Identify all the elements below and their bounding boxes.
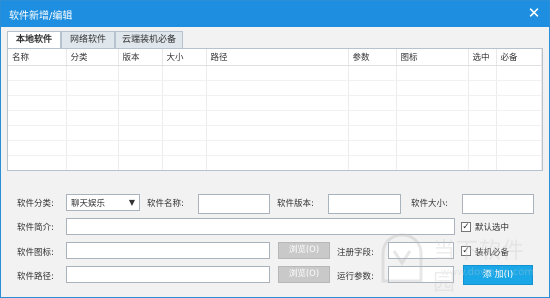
version-input[interactable]: [329, 195, 400, 213]
intro-label: 软件简介:: [17, 223, 54, 233]
tab-cloud-essentials[interactable]: 云端装机必备: [115, 31, 183, 49]
params-label: 运行参数:: [337, 272, 374, 282]
version-field[interactable]: [328, 194, 401, 214]
column-header[interactable]: 路径: [206, 49, 349, 66]
category-value: 聊天娱乐: [71, 199, 106, 209]
tab-local-software[interactable]: 本地软件: [7, 31, 61, 49]
table-row[interactable]: [8, 110, 542, 126]
downxia-logo-icon: [381, 233, 423, 283]
column-header[interactable]: 名称: [8, 49, 67, 66]
table-row[interactable]: [8, 155, 542, 170]
table-header-row: 名称 分类 版本 大小 路径 参数 图标 选中 必备: [8, 49, 542, 66]
watermark-url: www.downxia.com: [441, 267, 535, 278]
category-label: 软件分类:: [17, 199, 54, 209]
table-row[interactable]: [8, 80, 542, 96]
size-field[interactable]: [462, 194, 534, 214]
tab-network-software[interactable]: 网络软件: [61, 31, 115, 49]
version-label: 软件版本:: [277, 199, 314, 209]
icon-field[interactable]: [66, 242, 270, 259]
column-header[interactable]: 分类: [66, 49, 119, 66]
path-label: 软件路径:: [17, 272, 54, 282]
watermark: 当下软件园 www.downxia.com: [381, 227, 546, 296]
name-input[interactable]: [199, 195, 269, 213]
software-table: 名称 分类 版本 大小 路径 参数 图标 选中 必备: [8, 49, 542, 172]
title-bar: 软件新增/编辑 ✕: [1, 1, 549, 27]
software-edit-dialog: 软件新增/编辑 ✕ 本地软件 网络软件 云端装机必备 名称 分类 版本 大小 路…: [0, 0, 550, 298]
column-header[interactable]: 版本: [118, 49, 163, 66]
chevron-down-icon: ▼: [128, 198, 135, 207]
icon-input[interactable]: [67, 243, 269, 258]
column-header[interactable]: 图标: [396, 49, 469, 66]
category-select[interactable]: 聊天娱乐 ▼: [66, 194, 140, 211]
close-icon[interactable]: ✕: [525, 4, 543, 22]
browse-path-button[interactable]: 浏览(O): [278, 266, 330, 283]
column-header[interactable]: 参数: [348, 49, 397, 66]
regfield-label: 注册字段:: [337, 248, 374, 258]
name-label: 软件名称:: [147, 199, 184, 209]
table-row[interactable]: [8, 125, 542, 141]
table-row[interactable]: [8, 140, 542, 156]
table-row[interactable]: [8, 95, 542, 111]
table-row[interactable]: [8, 65, 542, 81]
name-field[interactable]: [198, 194, 270, 214]
watermark-name: 当下软件园: [433, 239, 526, 296]
software-list-panel: 名称 分类 版本 大小 路径 参数 图标 选中 必备: [7, 48, 543, 171]
path-input[interactable]: [67, 267, 269, 282]
path-field[interactable]: [66, 266, 270, 283]
column-header[interactable]: 必备: [496, 49, 542, 66]
column-header[interactable]: 大小: [162, 49, 207, 66]
size-input[interactable]: [463, 195, 533, 213]
size-label: 软件大小:: [411, 199, 448, 209]
column-header[interactable]: 选中: [468, 49, 497, 66]
browse-icon-button[interactable]: 浏览(O): [278, 242, 330, 259]
window-title: 软件新增/编辑: [9, 11, 73, 22]
icon-label: 软件图标:: [17, 248, 54, 258]
table-row[interactable]: [8, 171, 542, 172]
